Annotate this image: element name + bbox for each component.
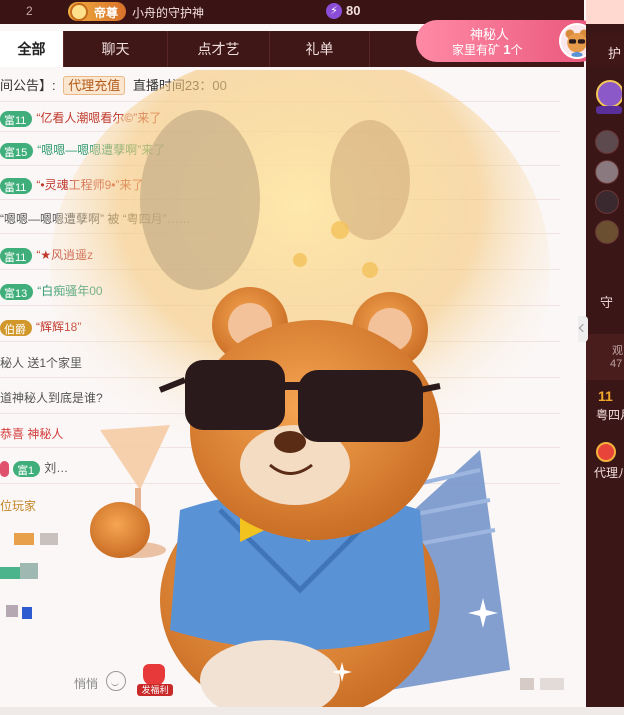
guard-label: 守 xyxy=(600,295,614,310)
chat-message: “嗯嗯—嗯嗯遭孽啊” 被 “粤四月”…… xyxy=(0,210,191,227)
chat-message: 富11 “亿看人潮嗯看尔©”来了 xyxy=(0,109,161,127)
guardian-name[interactable]: 小舟的守护神 xyxy=(132,4,204,21)
viewer-number: 47 xyxy=(610,358,623,370)
guard-avatar[interactable] xyxy=(595,160,619,184)
blurred-badge xyxy=(22,607,32,619)
message-text: 道神秘人到底是谁? xyxy=(0,391,103,405)
rank-entry-name: 粤四月 xyxy=(596,408,624,422)
crown-icon xyxy=(70,3,88,21)
mystery-subtitle: 家里有矿 1个 xyxy=(452,41,523,58)
divider xyxy=(0,165,560,166)
divider xyxy=(0,269,560,270)
divider xyxy=(0,199,560,200)
chat-message: 富11 “•灵魂工程师9•”来了 xyxy=(0,176,144,194)
blurred-text xyxy=(40,533,58,545)
divider xyxy=(0,131,560,132)
rich-badge: 富1 xyxy=(13,460,41,477)
divider xyxy=(0,101,560,102)
broadcast-time: 直播时间23：00 xyxy=(132,78,227,93)
chat-input-row: 悄悄 发福利 xyxy=(0,664,584,704)
rich-badge: 富15 xyxy=(0,142,34,159)
tab-chat[interactable]: 聊天 xyxy=(64,31,168,67)
message-text: “嗯嗯—嗯嗯遭孽啊”来了 xyxy=(37,143,166,157)
divider xyxy=(0,233,560,234)
chat-message: 道神秘人到底是谁? xyxy=(0,389,103,406)
message-text: “嗯嗯—嗯嗯遭孽啊” 被 “粤四月”…… xyxy=(0,212,191,226)
viewer-label: 观 xyxy=(612,345,623,357)
divider xyxy=(0,447,560,448)
chat-message: 伯爵 “辉辉18” xyxy=(0,318,81,336)
sidebar-tab-guard[interactable]: 护 xyxy=(586,33,624,67)
notice-prefix: 间公告】: xyxy=(0,78,56,93)
red-packet-button[interactable]: 发福利 xyxy=(137,664,173,698)
rich-badge: 富11 xyxy=(0,247,33,264)
chat-message: 富11 “★风逍遥z xyxy=(0,246,93,264)
chat-message: 位玩家 xyxy=(0,497,36,514)
tab-gift-list[interactable]: 礼单 xyxy=(270,31,370,67)
message-text: 秘人 送1个家里 xyxy=(0,356,83,370)
chat-input[interactable]: 悄悄 xyxy=(74,675,98,692)
chat-panel: 间公告】: 代理充值 直播时间23：00 富11 “亿看人潮嗯看尔©”来了 富15… xyxy=(0,67,584,707)
red-packet-label: 发福利 xyxy=(137,684,173,696)
message-text: “白痴骚年00 xyxy=(37,284,103,298)
blurred-text xyxy=(540,678,564,690)
message-text: 刘… xyxy=(44,461,69,475)
rank-entry[interactable]: 代理八 xyxy=(586,440,624,480)
chat-message: 富15 “嗯嗯—嗯嗯遭孽啊”来了 xyxy=(0,141,165,159)
tab-talent[interactable]: 点才艺 xyxy=(168,31,270,67)
emperor-badge-label: 帝尊 xyxy=(94,6,119,20)
level-badge xyxy=(0,460,10,477)
guard-avatar[interactable] xyxy=(595,190,619,214)
blurred-text xyxy=(20,563,38,579)
message-text: “亿看人潮嗯看尔©”来了 xyxy=(36,111,162,125)
bottom-strip xyxy=(0,707,624,715)
collapse-handle[interactable] xyxy=(578,316,588,342)
message-text: “辉辉18” xyxy=(36,320,82,334)
mystery-unit: 个 xyxy=(510,43,523,57)
rank-number: 2 xyxy=(26,4,33,18)
red-packet-icon xyxy=(143,664,165,686)
level-crest-icon xyxy=(596,80,622,114)
blurred-text xyxy=(520,678,534,690)
message-text: “★风逍遥z xyxy=(36,248,94,262)
score-value: 80 xyxy=(346,3,361,18)
message-text: 恭喜 神秘人 xyxy=(0,427,64,441)
divider xyxy=(0,341,560,342)
message-text: “•灵魂工程师9•”来了 xyxy=(36,178,144,192)
divider xyxy=(0,377,560,378)
message-text: 位玩家 xyxy=(0,499,37,513)
rank-entry-number: 11 xyxy=(598,388,613,404)
chat-message: 恭喜 神秘人 xyxy=(0,425,63,442)
rich-badge: 富11 xyxy=(0,177,33,194)
chat-message: 秘人 送1个家里 xyxy=(0,354,82,371)
blurred-avatar xyxy=(14,533,34,545)
rank-entry-name: 代理八 xyxy=(594,466,624,480)
mystery-user-banner[interactable]: 神秘人 家里有矿 1个 xyxy=(416,20,601,62)
rich-badge: 富11 xyxy=(0,110,33,127)
chat-message: 富13 “白痴骚年00 xyxy=(0,282,103,300)
guard-avatar[interactable] xyxy=(595,220,619,244)
viewer-count: 观 47 xyxy=(586,334,624,380)
rich-badge: 富13 xyxy=(0,283,34,300)
chat-message: 富1 刘… xyxy=(0,459,68,477)
right-sidebar: 护 守 观 47 11 粤四月 代理八 xyxy=(586,0,624,715)
mystery-subtitle-text: 家里有矿 xyxy=(452,43,501,57)
heart-badge-icon xyxy=(596,442,616,462)
bolt-icon: ⚡ xyxy=(326,3,342,19)
divider xyxy=(0,413,560,414)
blurred-badge xyxy=(0,567,20,579)
emoji-icon[interactable] xyxy=(106,671,126,691)
guard-avatar[interactable] xyxy=(595,130,619,154)
room-notice: 间公告】: 代理充值 直播时间23：00 xyxy=(0,75,227,95)
blurred-text xyxy=(6,605,18,617)
divider xyxy=(0,483,560,484)
rank-entry[interactable]: 11 粤四月 xyxy=(586,388,624,428)
noble-badge: 伯爵 xyxy=(0,319,32,336)
mystery-count: 1 xyxy=(503,42,511,57)
emperor-badge: 帝尊 xyxy=(68,2,126,21)
divider xyxy=(0,305,560,306)
tab-all[interactable]: 全部 xyxy=(0,31,64,67)
agent-recharge-tag[interactable]: 代理充值 xyxy=(63,76,126,95)
sidebar-header xyxy=(586,0,624,24)
